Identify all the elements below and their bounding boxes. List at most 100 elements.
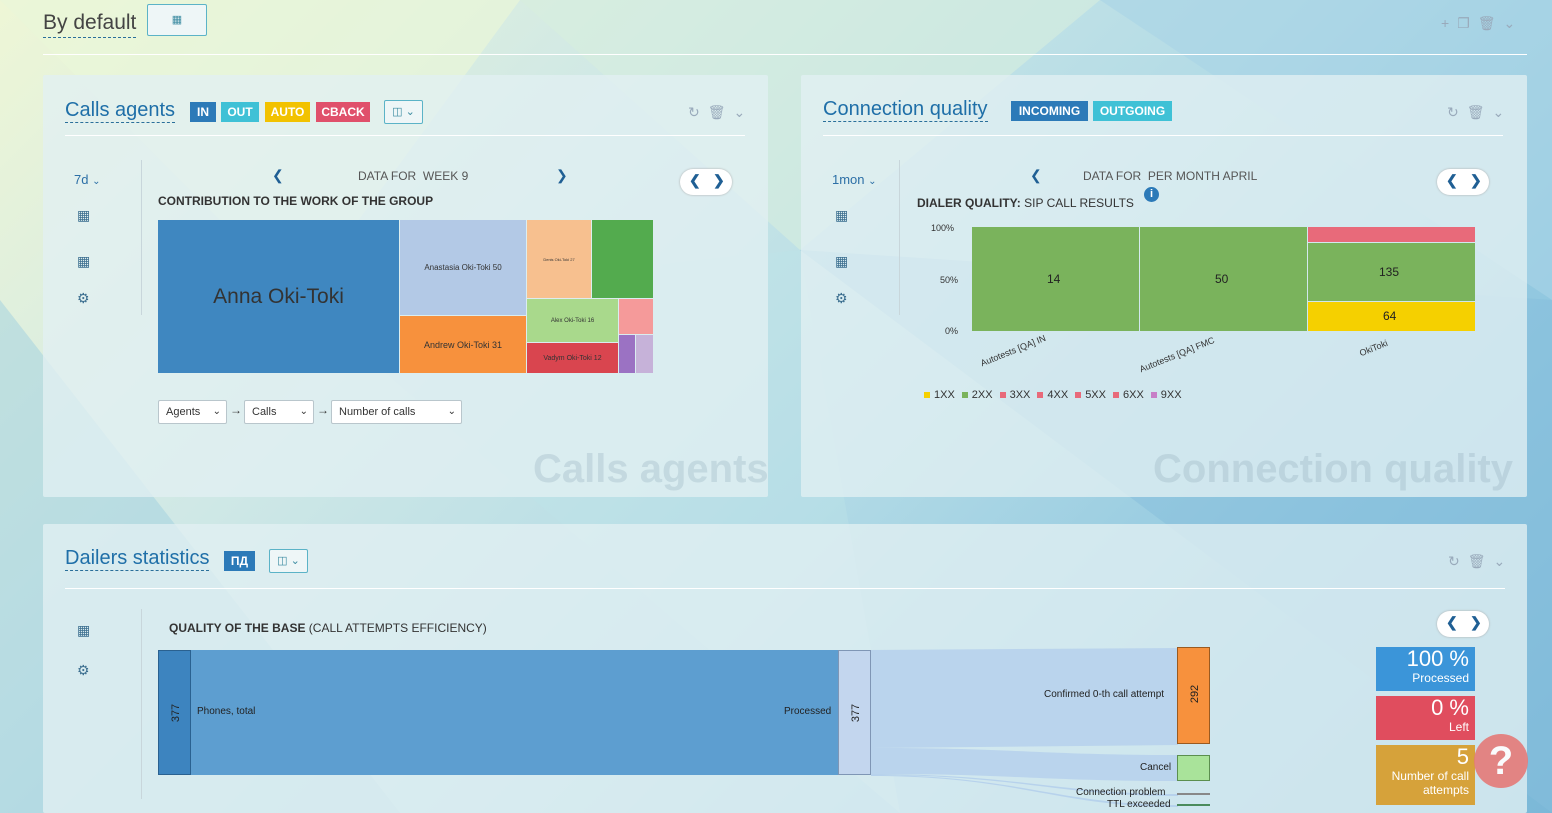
trash-icon[interactable]: 🗑: [1478, 15, 1504, 31]
data-label: 50: [1215, 272, 1229, 286]
nav-prev-icon[interactable]: ❮: [1446, 614, 1458, 631]
next-period-arrow[interactable]: ❯: [556, 167, 568, 184]
select-calls[interactable]: Calls ⌄: [244, 400, 314, 424]
panel-watermark: Connection quality: [1153, 447, 1513, 491]
excel-icon: ◫ ⌄: [392, 106, 415, 118]
sankey-link[interactable]: [871, 748, 1178, 781]
chevron-down-icon[interactable]: ⌄: [1494, 553, 1514, 569]
chevron-down-icon[interactable]: ⌄: [734, 104, 754, 120]
sankey-node-connection-problem[interactable]: [1177, 793, 1210, 795]
side-divider: [899, 160, 900, 315]
legend-item[interactable]: 1XX: [924, 389, 955, 401]
prev-period-arrow[interactable]: ❮: [272, 167, 284, 184]
dialers-statistics-panel: Dailers statistics ПД ◫ ⌄ ↻🗑⌄ ▦ ⚙ QUALIT…: [43, 524, 1527, 813]
legend-label: 1XX: [934, 389, 955, 401]
sankey-node-label: Connection problem: [1076, 787, 1166, 798]
legend-item[interactable]: 6XX: [1112, 389, 1144, 401]
refresh-icon[interactable]: ↻: [688, 104, 708, 120]
badge-auto[interactable]: AUTO: [265, 102, 310, 122]
sankey-node-label: Phones, total: [197, 706, 256, 717]
badge-cback[interactable]: CBACK: [316, 102, 370, 122]
calendar-button[interactable]: ▦: [147, 4, 207, 36]
select-metric[interactable]: Number of calls ⌄: [331, 400, 462, 424]
badge-in[interactable]: IN: [190, 102, 216, 122]
panel-watermark: Calls agents: [533, 447, 769, 491]
select-agents[interactable]: Agents ⌄: [158, 400, 227, 424]
sankey-node-ttl[interactable]: [1177, 804, 1210, 806]
bar-5xx[interactable]: [1308, 227, 1475, 242]
nav-next-icon[interactable]: ❯: [1470, 172, 1482, 189]
treemap-cell[interactable]: Andrew Oki-Toki 31: [400, 316, 526, 373]
settings-icon[interactable]: ⚙: [77, 662, 90, 679]
trash-icon[interactable]: 🗑: [1468, 553, 1494, 569]
legend-item[interactable]: 2XX: [961, 389, 993, 401]
calls-agents-panel: Calls agents IN OUT AUTO CBACK ◫ ⌄ ↻🗑⌄ 7…: [43, 75, 769, 497]
nav-next-icon[interactable]: ❯: [1470, 614, 1482, 631]
nav-next-icon[interactable]: ❯: [713, 172, 725, 189]
trash-icon[interactable]: 🗑: [1467, 104, 1493, 120]
chart-nav[interactable]: ❮ ❯: [1437, 169, 1489, 195]
chart-nav[interactable]: ❮ ❯: [680, 169, 732, 195]
chevron-down-icon[interactable]: ⌄: [1504, 15, 1524, 31]
info-icon[interactable]: i: [1144, 187, 1159, 202]
treemap-cell[interactable]: [619, 299, 653, 334]
badge-incoming[interactable]: INCOMING: [1011, 101, 1088, 121]
treemap-cell[interactable]: [619, 335, 635, 373]
kpi-label: Left: [1448, 720, 1469, 734]
settings-icon[interactable]: ⚙: [77, 290, 90, 307]
calendar-icon[interactable]: ▦: [835, 207, 848, 224]
prev-period-arrow[interactable]: ❮: [1030, 167, 1042, 184]
period-select[interactable]: 7d ⌄: [74, 172, 100, 187]
sankey-link[interactable]: [191, 650, 838, 775]
calls-agents-title[interactable]: Calls agents: [65, 99, 176, 123]
legend-item[interactable]: 3XX: [999, 389, 1030, 401]
export-excel-button[interactable]: ◫ ⌄: [384, 100, 423, 124]
treemap-cell[interactable]: [592, 220, 653, 298]
help-icon[interactable]: ?: [1474, 734, 1528, 788]
legend-item[interactable]: 9XX: [1150, 389, 1182, 401]
treemap-cell[interactable]: Vadym Oki-Toki 12: [527, 343, 618, 373]
nav-prev-icon[interactable]: ❮: [689, 172, 701, 189]
calendar-icon[interactable]: ▦: [77, 207, 90, 224]
refresh-icon[interactable]: ↻: [1447, 104, 1467, 120]
badge-pd[interactable]: ПД: [224, 551, 255, 571]
legend-label: 6XX: [1122, 389, 1144, 401]
badge-out[interactable]: OUT: [221, 102, 259, 122]
period-select[interactable]: 1mon ⌄: [832, 172, 877, 187]
panel-divider: [65, 588, 1505, 589]
period-label: WEEK 9: [422, 169, 469, 183]
sankey-node-label: Cancel: [1140, 762, 1172, 773]
legend-item[interactable]: 5XX: [1075, 389, 1106, 401]
dashboard-title-text: By default: [43, 11, 137, 34]
settings-icon[interactable]: ⚙: [835, 290, 848, 307]
treemap-cell[interactable]: Anastasia Oki-Toki 50: [400, 220, 526, 315]
treemap-cell[interactable]: Denis Oki-Toki 27: [527, 220, 591, 298]
treemap-cell[interactable]: [636, 335, 653, 373]
connection-quality-panel: Connection quality INCOMING OUTGOING ↻🗑⌄…: [801, 75, 1527, 497]
dialers-title[interactable]: Dailers statistics: [65, 547, 210, 571]
refresh-icon[interactable]: ↻: [1448, 553, 1468, 569]
treemap-cell[interactable]: Anna Oki-Toki: [158, 220, 399, 373]
kpi-value: 0 %: [1431, 695, 1469, 720]
export-excel-button[interactable]: ◫ ⌄: [269, 549, 308, 573]
plus-icon[interactable]: +: [1441, 15, 1457, 31]
sankey-node-cancel[interactable]: [1177, 755, 1210, 781]
trash-icon[interactable]: 🗑: [708, 104, 734, 120]
treemap-cell[interactable]: Alex Oki-Toki 16: [527, 299, 618, 342]
table-icon[interactable]: ▦: [77, 622, 90, 639]
sankey-links: [191, 648, 1178, 807]
x-tick-label: OkiToki: [1358, 337, 1390, 359]
badge-outgoing[interactable]: OUTGOING: [1093, 101, 1172, 121]
copy-icon[interactable]: ❐: [1457, 15, 1478, 31]
data-for-text: DATA FOR: [358, 169, 417, 183]
chevron-down-icon[interactable]: ⌄: [1493, 104, 1513, 120]
nav-prev-icon[interactable]: ❮: [1446, 172, 1458, 189]
connection-quality-title[interactable]: Connection quality: [823, 98, 988, 122]
chart-nav[interactable]: ❮ ❯: [1437, 611, 1489, 637]
calendar-icon: ▦: [171, 14, 183, 26]
legend-item[interactable]: 4XX: [1037, 389, 1068, 401]
table-icon[interactable]: ▦: [835, 253, 848, 270]
dashboard-title[interactable]: By default: [43, 11, 137, 38]
dashboard-tools: +❐🗑⌄: [1441, 15, 1523, 32]
table-icon[interactable]: ▦: [77, 253, 90, 270]
